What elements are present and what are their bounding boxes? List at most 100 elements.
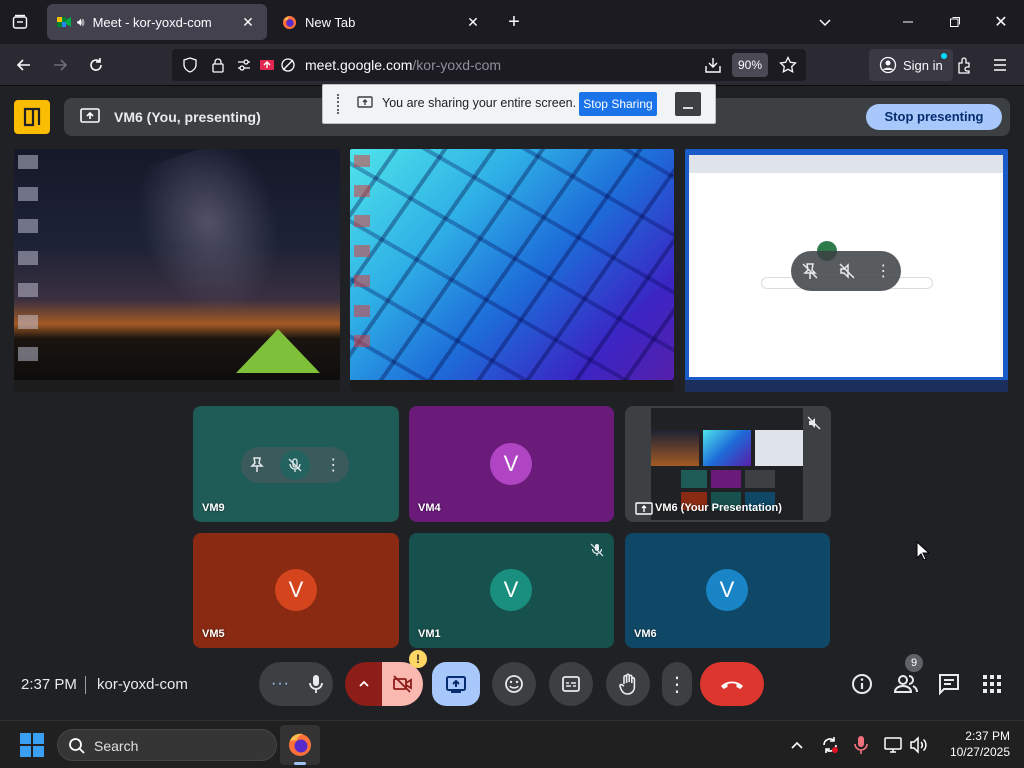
- audio-options-button[interactable]: ···: [259, 662, 333, 706]
- participant-tile-vm1[interactable]: V VM1: [409, 533, 614, 648]
- hide-notice-button[interactable]: [675, 92, 701, 116]
- present-screen-icon: [635, 502, 653, 516]
- start-button[interactable]: [20, 733, 44, 757]
- people-icon: [893, 675, 918, 693]
- search-icon: [68, 737, 86, 755]
- drag-handle-icon[interactable]: [337, 94, 339, 114]
- camera-off-button[interactable]: [382, 662, 423, 706]
- windows-taskbar-thumb: [350, 380, 674, 392]
- firefox-icon: [289, 733, 311, 756]
- meet-logo-icon[interactable]: [14, 100, 50, 134]
- back-icon[interactable]: [10, 51, 38, 79]
- apps-grid-icon: [983, 675, 1001, 693]
- speaker-icon[interactable]: 🔊︎: [77, 15, 85, 30]
- tab-meet[interactable]: 🔊︎ Meet - kor-yoxd-com ✕: [47, 4, 267, 40]
- taskbar-search-box[interactable]: Search: [57, 729, 277, 761]
- participant-tile-vm6-presentation[interactable]: VM6 (Your Presentation): [625, 406, 831, 522]
- pin-icon[interactable]: [249, 457, 265, 473]
- shield-icon[interactable]: [182, 57, 198, 73]
- volume-tray-icon[interactable]: [908, 735, 928, 755]
- mute-audio-icon[interactable]: [838, 262, 856, 280]
- stop-sharing-button[interactable]: Stop Sharing: [579, 92, 657, 116]
- chat-button[interactable]: [937, 672, 961, 696]
- permissions-icon[interactable]: [236, 57, 252, 73]
- menu-icon[interactable]: [986, 51, 1014, 79]
- show-hidden-icons[interactable]: [789, 737, 805, 753]
- more-options-icon[interactable]: ⋮: [875, 261, 891, 281]
- forward-icon[interactable]: [46, 51, 74, 79]
- meeting-details-button[interactable]: [850, 672, 874, 696]
- activities-button[interactable]: [981, 673, 1003, 695]
- extensions-icon[interactable]: [950, 51, 978, 79]
- present-now-button[interactable]: [432, 662, 480, 706]
- windows-logo-icon: [20, 733, 44, 757]
- raise-hand-button[interactable]: [606, 662, 650, 706]
- desktop-icons: [18, 155, 38, 365]
- sign-in-label: Sign in: [903, 57, 943, 73]
- meeting-code: kor-yoxd-com: [97, 676, 188, 693]
- more-options-icon[interactable]: ⋮: [325, 455, 341, 475]
- tab-new-tab[interactable]: New Tab ✕: [272, 4, 492, 40]
- close-tab-icon[interactable]: ✕: [239, 14, 257, 31]
- zoom-level[interactable]: 90%: [732, 53, 769, 77]
- screen-share-tile-3[interactable]: ⋮: [685, 149, 1008, 392]
- url-text[interactable]: meet.google.com/kor-yoxd-com: [305, 57, 501, 73]
- clock[interactable]: 2:37 PM 10/27/2025: [940, 728, 1010, 760]
- more-options-button[interactable]: ⋮: [662, 662, 692, 706]
- minimize-icon[interactable]: [894, 8, 922, 36]
- lock-icon[interactable]: [210, 57, 226, 73]
- navigation-bar: meet.google.com/kor-yoxd-com 90% Sign in: [0, 44, 1024, 86]
- more-vert-icon: ⋮: [667, 673, 687, 696]
- emoji-icon: [505, 675, 523, 693]
- new-tab-icon[interactable]: +: [500, 8, 528, 36]
- mouse-cursor-icon: [916, 541, 930, 561]
- clock-date: 10/27/2025: [949, 745, 1010, 759]
- screen-share-tile-2[interactable]: [350, 149, 674, 392]
- screen-share-tile-1[interactable]: [14, 149, 340, 392]
- mute-participant-icon[interactable]: [279, 450, 310, 480]
- participant-name: VM1: [418, 628, 441, 640]
- stop-presenting-button[interactable]: Stop presenting: [866, 104, 1002, 130]
- camera-off-icon: [392, 675, 412, 693]
- clock-time: 2:37 PM: [965, 729, 1010, 743]
- chevron-up-icon: [791, 741, 803, 749]
- participant-tile-vm9[interactable]: ⋮ VM9: [193, 406, 399, 522]
- captions-icon: [562, 676, 580, 692]
- leave-call-button[interactable]: [700, 662, 764, 706]
- people-button[interactable]: 9: [893, 654, 923, 696]
- captions-button[interactable]: [549, 662, 593, 706]
- presenting-label: VM6 (You, presenting): [114, 109, 261, 125]
- account-icon: [879, 56, 897, 74]
- participant-tile-vm5[interactable]: V VM5: [193, 533, 399, 648]
- balloon-stripes: [350, 149, 674, 392]
- sign-in-button[interactable]: Sign in: [869, 49, 953, 81]
- firefox-taskbar-button[interactable]: [280, 725, 320, 765]
- reload-icon[interactable]: [82, 51, 110, 79]
- url-path: /kor-yoxd-com: [412, 57, 502, 73]
- maximize-icon[interactable]: [941, 8, 969, 36]
- chevron-down-icon[interactable]: [811, 8, 839, 36]
- reactions-button[interactable]: [492, 662, 536, 706]
- close-tab-icon[interactable]: ✕: [464, 14, 482, 31]
- tab-list-icon[interactable]: [6, 8, 34, 36]
- display-tray-icon[interactable]: [883, 735, 903, 755]
- camera-blocked-icon[interactable]: [280, 57, 296, 73]
- microphone-tray-icon[interactable]: [853, 735, 869, 755]
- mic-muted-icon: [590, 543, 604, 557]
- close-window-icon[interactable]: ✕: [987, 8, 1015, 36]
- muted-icon: [807, 416, 821, 430]
- chevron-up-icon: [357, 677, 371, 691]
- windows-taskbar-thumb: [685, 380, 1008, 392]
- meet-favicon: [57, 15, 71, 29]
- screen-share-indicator-icon[interactable]: [259, 57, 275, 73]
- chat-icon: [939, 674, 959, 696]
- sync-tray-icon[interactable]: [820, 735, 840, 755]
- participant-tile-vm6[interactable]: V VM6: [625, 533, 830, 648]
- unpin-icon[interactable]: [801, 262, 819, 280]
- bookmark-star-icon[interactable]: [779, 56, 797, 74]
- meeting-time: 2:37 PM: [21, 676, 77, 693]
- participant-tile-vm4[interactable]: V VM4: [409, 406, 614, 522]
- video-options-button[interactable]: !: [345, 650, 427, 706]
- save-page-icon[interactable]: [704, 56, 722, 74]
- address-bar[interactable]: meet.google.com/kor-yoxd-com 90%: [172, 49, 806, 81]
